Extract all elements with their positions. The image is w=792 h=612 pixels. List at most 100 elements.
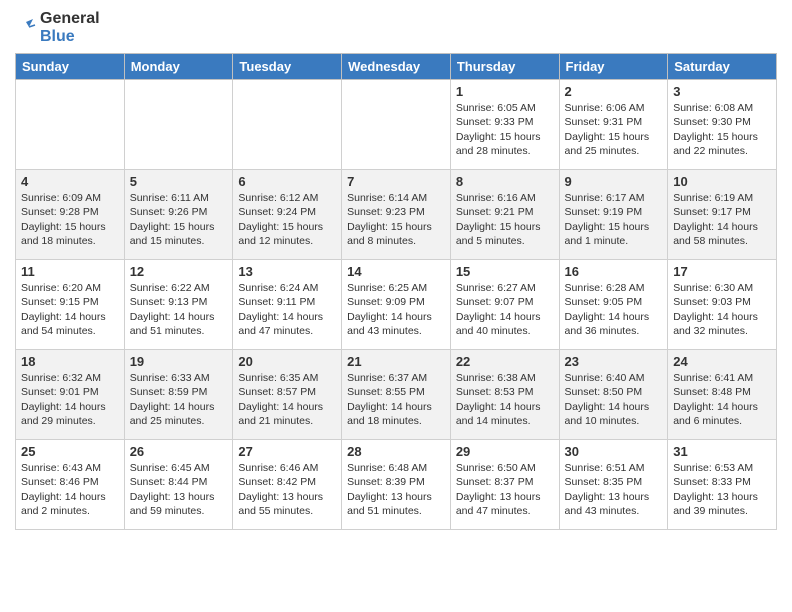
logo-blue: Blue xyxy=(40,28,100,46)
day-info: Sunrise: 6:45 AM Sunset: 8:44 PM Dayligh… xyxy=(130,461,228,518)
day-number: 6 xyxy=(238,174,336,189)
day-info: Sunrise: 6:41 AM Sunset: 8:48 PM Dayligh… xyxy=(673,371,771,428)
day-info: Sunrise: 6:38 AM Sunset: 8:53 PM Dayligh… xyxy=(456,371,554,428)
day-number: 23 xyxy=(565,354,663,369)
day-number: 1 xyxy=(456,84,554,99)
logo-general: General xyxy=(40,10,100,28)
day-number: 5 xyxy=(130,174,228,189)
day-info: Sunrise: 6:09 AM Sunset: 9:28 PM Dayligh… xyxy=(21,191,119,248)
calendar-cell: 6 Sunrise: 6:12 AM Sunset: 9:24 PM Daylig… xyxy=(233,170,342,260)
calendar-cell: 8Sunrise: 6:16 AM Sunset: 9:21 PM Daylig… xyxy=(450,170,559,260)
day-info: Sunrise: 6:22 AM Sunset: 9:13 PM Dayligh… xyxy=(130,281,228,338)
calendar-cell: 5 Sunrise: 6:11 AM Sunset: 9:26 PM Daylig… xyxy=(124,170,233,260)
calendar-cell: 17 Sunrise: 6:30 AM Sunset: 9:03 PM Dayli… xyxy=(668,260,777,350)
header-row: SundayMondayTuesdayWednesdayThursdayFrid… xyxy=(16,54,777,80)
calendar-cell xyxy=(233,80,342,170)
day-number: 15 xyxy=(456,264,554,279)
col-header-sunday: Sunday xyxy=(16,54,125,80)
day-number: 22 xyxy=(456,354,554,369)
calendar-cell: 31 Sunrise: 6:53 AM Sunset: 8:33 PM Dayli… xyxy=(668,440,777,530)
day-number: 21 xyxy=(347,354,445,369)
day-info: Sunrise: 6:51 AM Sunset: 8:35 PM Dayligh… xyxy=(565,461,663,518)
calendar-cell: 16Sunrise: 6:28 AM Sunset: 9:05 PM Dayli… xyxy=(559,260,668,350)
day-info: Sunrise: 6:11 AM Sunset: 9:26 PM Dayligh… xyxy=(130,191,228,248)
calendar-cell: 2 Sunrise: 6:06 AM Sunset: 9:31 PM Daylig… xyxy=(559,80,668,170)
day-number: 4 xyxy=(21,174,119,189)
col-header-wednesday: Wednesday xyxy=(342,54,451,80)
day-info: Sunrise: 6:40 AM Sunset: 8:50 PM Dayligh… xyxy=(565,371,663,428)
calendar-cell: 11 Sunrise: 6:20 AM Sunset: 9:15 PM Dayli… xyxy=(16,260,125,350)
calendar-cell xyxy=(342,80,451,170)
day-number: 13 xyxy=(238,264,336,279)
day-info: Sunrise: 6:17 AM Sunset: 9:19 PM Dayligh… xyxy=(565,191,663,248)
day-info: Sunrise: 6:19 AM Sunset: 9:17 PM Dayligh… xyxy=(673,191,771,248)
logo-text: General Blue xyxy=(40,10,100,45)
calendar-cell: 27Sunrise: 6:46 AM Sunset: 8:42 PM Dayli… xyxy=(233,440,342,530)
day-info: Sunrise: 6:08 AM Sunset: 9:30 PM Dayligh… xyxy=(673,101,771,158)
day-info: Sunrise: 6:48 AM Sunset: 8:39 PM Dayligh… xyxy=(347,461,445,518)
calendar-cell: 12 Sunrise: 6:22 AM Sunset: 9:13 PM Dayli… xyxy=(124,260,233,350)
week-row-2: 4 Sunrise: 6:09 AM Sunset: 9:28 PM Daylig… xyxy=(16,170,777,260)
day-number: 25 xyxy=(21,444,119,459)
calendar-cell: 24 Sunrise: 6:41 AM Sunset: 8:48 PM Dayli… xyxy=(668,350,777,440)
col-header-thursday: Thursday xyxy=(450,54,559,80)
calendar-cell: 1 Sunrise: 6:05 AM Sunset: 9:33 PM Daylig… xyxy=(450,80,559,170)
col-header-tuesday: Tuesday xyxy=(233,54,342,80)
week-row-3: 11 Sunrise: 6:20 AM Sunset: 9:15 PM Dayli… xyxy=(16,260,777,350)
day-number: 12 xyxy=(130,264,228,279)
week-row-4: 18Sunrise: 6:32 AM Sunset: 9:01 PM Dayli… xyxy=(16,350,777,440)
calendar-cell: 29Sunrise: 6:50 AM Sunset: 8:37 PM Dayli… xyxy=(450,440,559,530)
day-number: 9 xyxy=(565,174,663,189)
day-info: Sunrise: 6:50 AM Sunset: 8:37 PM Dayligh… xyxy=(456,461,554,518)
day-number: 2 xyxy=(565,84,663,99)
day-info: Sunrise: 6:12 AM Sunset: 9:24 PM Dayligh… xyxy=(238,191,336,248)
day-number: 3 xyxy=(673,84,771,99)
calendar-cell: 22 Sunrise: 6:38 AM Sunset: 8:53 PM Dayli… xyxy=(450,350,559,440)
col-header-friday: Friday xyxy=(559,54,668,80)
calendar-cell: 19 Sunrise: 6:33 AM Sunset: 8:59 PM Dayli… xyxy=(124,350,233,440)
day-info: Sunrise: 6:28 AM Sunset: 9:05 PM Dayligh… xyxy=(565,281,663,338)
header: General Blue xyxy=(15,10,777,45)
calendar-cell xyxy=(16,80,125,170)
logo: General Blue xyxy=(15,10,100,45)
day-info: Sunrise: 6:20 AM Sunset: 9:15 PM Dayligh… xyxy=(21,281,119,338)
day-number: 8 xyxy=(456,174,554,189)
calendar-cell: 3 Sunrise: 6:08 AM Sunset: 9:30 PM Daylig… xyxy=(668,80,777,170)
calendar-cell: 15Sunrise: 6:27 AM Sunset: 9:07 PM Dayli… xyxy=(450,260,559,350)
day-number: 20 xyxy=(238,354,336,369)
day-info: Sunrise: 6:05 AM Sunset: 9:33 PM Dayligh… xyxy=(456,101,554,158)
day-number: 28 xyxy=(347,444,445,459)
calendar-cell: 14Sunrise: 6:25 AM Sunset: 9:09 PM Dayli… xyxy=(342,260,451,350)
day-info: Sunrise: 6:06 AM Sunset: 9:31 PM Dayligh… xyxy=(565,101,663,158)
calendar-cell: 25 Sunrise: 6:43 AM Sunset: 8:46 PM Dayli… xyxy=(16,440,125,530)
week-row-1: 1 Sunrise: 6:05 AM Sunset: 9:33 PM Daylig… xyxy=(16,80,777,170)
day-info: Sunrise: 6:32 AM Sunset: 9:01 PM Dayligh… xyxy=(21,371,119,428)
calendar-cell: 26 Sunrise: 6:45 AM Sunset: 8:44 PM Dayli… xyxy=(124,440,233,530)
day-number: 26 xyxy=(130,444,228,459)
day-number: 10 xyxy=(673,174,771,189)
page: General Blue SundayMondayTuesdayWednesda… xyxy=(0,0,792,540)
calendar-cell: 10 Sunrise: 6:19 AM Sunset: 9:17 PM Dayli… xyxy=(668,170,777,260)
day-number: 19 xyxy=(130,354,228,369)
day-number: 24 xyxy=(673,354,771,369)
day-info: Sunrise: 6:25 AM Sunset: 9:09 PM Dayligh… xyxy=(347,281,445,338)
col-header-saturday: Saturday xyxy=(668,54,777,80)
calendar-cell: 30Sunrise: 6:51 AM Sunset: 8:35 PM Dayli… xyxy=(559,440,668,530)
calendar-cell: 4 Sunrise: 6:09 AM Sunset: 9:28 PM Daylig… xyxy=(16,170,125,260)
day-number: 11 xyxy=(21,264,119,279)
day-info: Sunrise: 6:14 AM Sunset: 9:23 PM Dayligh… xyxy=(347,191,445,248)
day-info: Sunrise: 6:33 AM Sunset: 8:59 PM Dayligh… xyxy=(130,371,228,428)
day-info: Sunrise: 6:37 AM Sunset: 8:55 PM Dayligh… xyxy=(347,371,445,428)
day-number: 27 xyxy=(238,444,336,459)
day-info: Sunrise: 6:53 AM Sunset: 8:33 PM Dayligh… xyxy=(673,461,771,518)
day-info: Sunrise: 6:30 AM Sunset: 9:03 PM Dayligh… xyxy=(673,281,771,338)
calendar-cell: 18Sunrise: 6:32 AM Sunset: 9:01 PM Dayli… xyxy=(16,350,125,440)
logo-bird-icon xyxy=(15,17,37,39)
day-number: 7 xyxy=(347,174,445,189)
day-number: 31 xyxy=(673,444,771,459)
day-number: 17 xyxy=(673,264,771,279)
week-row-5: 25 Sunrise: 6:43 AM Sunset: 8:46 PM Dayli… xyxy=(16,440,777,530)
calendar-cell xyxy=(124,80,233,170)
calendar-cell: 28 Sunrise: 6:48 AM Sunset: 8:39 PM Dayli… xyxy=(342,440,451,530)
day-info: Sunrise: 6:43 AM Sunset: 8:46 PM Dayligh… xyxy=(21,461,119,518)
